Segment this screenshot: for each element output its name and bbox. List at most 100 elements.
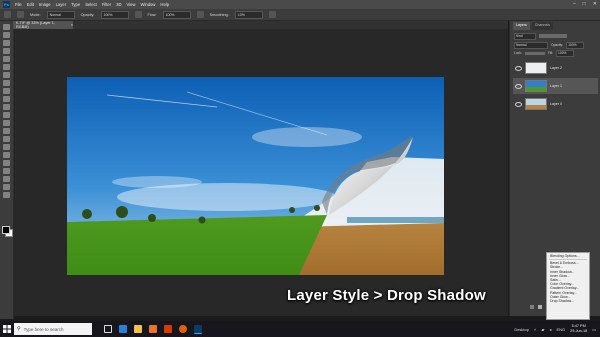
kind-filter-select[interactable]: Kind <box>514 32 536 40</box>
start-button[interactable] <box>0 321 14 337</box>
eyedropper-tool-icon[interactable] <box>3 72 10 78</box>
office-icon[interactable] <box>164 325 172 333</box>
smoothing-options-icon[interactable] <box>268 11 276 18</box>
mode-select[interactable]: Normal <box>46 10 75 19</box>
quick-select-tool-icon[interactable] <box>3 48 10 54</box>
notification-icon[interactable]: ▭ <box>592 327 596 332</box>
blur-tool-icon[interactable] <box>3 128 10 134</box>
menu-window[interactable]: Window <box>141 2 156 7</box>
pressure-opacity-icon[interactable] <box>134 11 142 18</box>
tray-arrows-icon[interactable]: ˄ <box>534 327 536 332</box>
fill-label: Fill: <box>547 51 554 55</box>
brush-preset-icon[interactable] <box>17 11 24 18</box>
lock-label: Lock: <box>514 51 522 55</box>
menu-edit[interactable]: Edit <box>27 2 34 7</box>
menu-item-blending-options[interactable]: Blending Options... <box>547 254 589 258</box>
menu-type[interactable]: Type <box>71 2 80 7</box>
task-view-icon[interactable] <box>104 325 112 333</box>
zoom-tool-icon[interactable] <box>3 184 10 190</box>
tray-desktop[interactable]: Desktop <box>514 327 529 332</box>
dodge-tool-icon[interactable] <box>3 136 10 142</box>
lock-icons[interactable] <box>524 51 545 55</box>
foreground-color-swatch[interactable] <box>2 226 10 234</box>
canvas-image[interactable] <box>67 77 444 275</box>
menu-item-drop-shadow[interactable]: Drop Shadow... <box>547 299 589 303</box>
healing-brush-tool-icon[interactable] <box>3 80 10 86</box>
visibility-eye-icon[interactable] <box>515 65 522 71</box>
tab-channels[interactable]: Channels <box>531 22 553 30</box>
menu-image[interactable]: Image <box>39 2 51 7</box>
move-tool-icon[interactable] <box>3 24 10 30</box>
type-tool-icon[interactable] <box>3 152 10 158</box>
color-swatches[interactable] <box>2 226 13 237</box>
visibility-eye-icon[interactable] <box>515 83 522 89</box>
more-tools-icon[interactable] <box>3 192 10 198</box>
blend-mode-select[interactable]: Normal <box>514 41 548 49</box>
smoothing-field[interactable]: 10% <box>234 10 263 19</box>
brush-tool-icon[interactable] <box>4 11 11 18</box>
menu-layer[interactable]: Layer <box>56 2 66 7</box>
hand-tool-icon[interactable] <box>3 176 10 182</box>
gradient-tool-icon[interactable] <box>3 120 10 126</box>
document-tab-close[interactable]: × <box>71 23 73 27</box>
media-icon[interactable] <box>149 325 157 333</box>
link-icon[interactable] <box>529 304 534 309</box>
pen-tool-icon[interactable] <box>3 144 10 150</box>
fx-icon[interactable] <box>537 304 542 309</box>
filter-icons[interactable] <box>539 34 567 38</box>
menu-select[interactable]: Select <box>85 2 97 7</box>
history-brush-tool-icon[interactable] <box>3 104 10 110</box>
close-button[interactable]: ✕ <box>593 1 597 7</box>
clone-stamp-tool-icon[interactable] <box>3 96 10 102</box>
layer-fill-field[interactable]: 100% <box>556 49 575 57</box>
explorer-icon[interactable] <box>134 325 142 333</box>
system-tray: Desktop ˄ ▰ ◂ ENG 5:47 PM 29-Jun-18 ▭ <box>514 322 596 336</box>
eraser-tool-icon[interactable] <box>3 112 10 118</box>
layer-row-0[interactable]: Layer 0 <box>513 96 598 112</box>
minimize-button[interactable]: – <box>573 1 576 7</box>
lasso-tool-icon[interactable] <box>3 40 10 46</box>
brush-tool-icon[interactable] <box>3 88 10 94</box>
photoshop-logo[interactable]: Ps <box>3 1 10 8</box>
blend-row: Normal Opacity: 100% <box>514 41 597 49</box>
menu-help[interactable]: Help <box>160 2 169 7</box>
maximize-button[interactable]: □ <box>583 1 586 7</box>
menu-file[interactable]: File <box>15 2 22 7</box>
layer-opacity-field[interactable]: 100% <box>566 41 585 49</box>
tab-layers[interactable]: Layers <box>513 22 530 30</box>
taskbar-search[interactable]: ⚲ Type here to search <box>14 323 92 335</box>
marquee-tool-icon[interactable] <box>3 32 10 38</box>
visibility-eye-icon[interactable] <box>515 101 522 107</box>
firefox-icon[interactable] <box>179 325 187 333</box>
volume-icon[interactable]: ◂ <box>549 327 551 332</box>
windows-icon <box>3 325 11 333</box>
opacity-label: Opacity: <box>80 12 95 17</box>
opacity-label: Opacity: <box>551 43 564 47</box>
layer-style-menu: Blending Options... Bevel & Emboss... St… <box>546 252 590 320</box>
edge-icon[interactable] <box>119 325 127 333</box>
airbrush-icon[interactable] <box>196 11 204 18</box>
path-select-tool-icon[interactable] <box>3 160 10 166</box>
layer-thumbnail <box>525 62 547 74</box>
taskbar: ⚲ Type here to search Desktop ˄ ▰ ◂ ENG … <box>0 321 600 337</box>
shape-tool-icon[interactable] <box>3 168 10 174</box>
menu-3d[interactable]: 3D <box>116 2 121 7</box>
crop-tool-icon[interactable] <box>3 56 10 62</box>
opacity-field[interactable]: 100% <box>100 10 129 19</box>
tray-lang[interactable]: ENG <box>556 327 565 332</box>
frame-tool-icon[interactable] <box>3 64 10 70</box>
layer-row-1[interactable]: Layer 1 <box>513 78 598 94</box>
flow-label: Flow: <box>147 12 157 17</box>
layer-row-2[interactable]: Layer 2 <box>513 60 598 76</box>
menu-filter[interactable]: Filter <box>102 2 111 7</box>
tutorial-caption: Layer Style > Drop Shadow <box>287 287 486 304</box>
layer-name: Layer 0 <box>550 102 562 106</box>
photoshop-taskbar-icon[interactable] <box>194 324 202 334</box>
flow-field[interactable]: 100% <box>162 10 191 19</box>
network-icon[interactable]: ▰ <box>541 327 544 332</box>
taskbar-clock[interactable]: 5:47 PM 29-Jun-18 <box>570 324 587 334</box>
menu-view[interactable]: View <box>127 2 136 7</box>
taskbar-apps <box>104 324 202 334</box>
search-placeholder: Type here to search <box>23 326 64 332</box>
document-tab[interactable]: K.TIF @ 33% (Layer 1, RGB/8) × <box>13 21 73 29</box>
